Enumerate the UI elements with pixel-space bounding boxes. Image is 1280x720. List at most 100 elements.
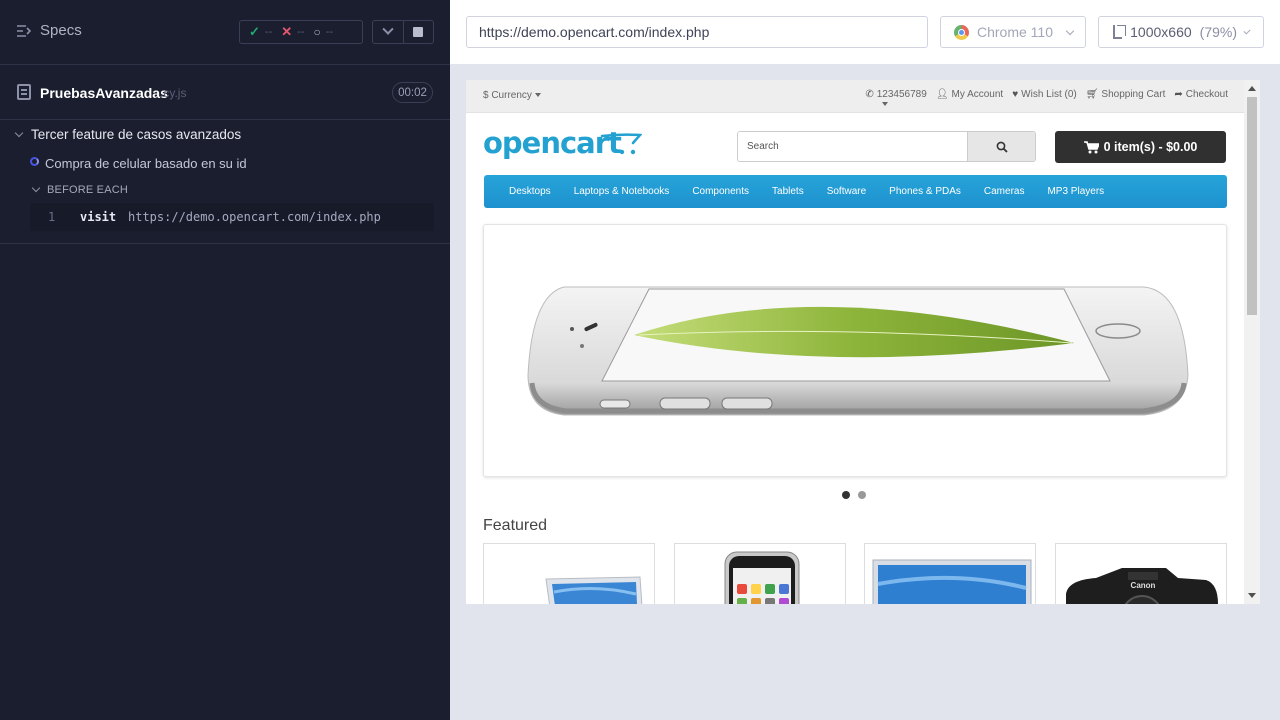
failed-count: --: [297, 26, 305, 38]
specs-button[interactable]: Specs: [16, 22, 82, 39]
caret-down-icon: [534, 93, 541, 98]
wish-list-link[interactable]: ♥ Wish List (0): [1012, 89, 1077, 100]
spec-file-row[interactable]: PruebasAvanzadas .cy.js 00:02: [0, 66, 450, 120]
check-icon: ✓: [249, 24, 260, 39]
failed-stat: ✕ --: [281, 24, 304, 40]
slider-dot-2[interactable]: [858, 491, 866, 499]
iphone-slide-image: [527, 286, 1189, 416]
currency-dropdown[interactable]: $ Currency: [483, 90, 541, 101]
svg-text:Canon: Canon: [1131, 581, 1156, 590]
running-spinner-icon: [30, 157, 39, 166]
test-stats: ✓ -- ✕ -- ○ --: [239, 20, 363, 44]
passed-count: --: [264, 26, 273, 38]
menu-item-tablets[interactable]: Tablets: [772, 186, 804, 197]
test-title[interactable]: Compra de celular basado en su id: [45, 156, 247, 171]
stop-icon: [413, 27, 424, 37]
hook-caret-icon[interactable]: [31, 183, 41, 193]
iphone-image: [724, 551, 800, 604]
viewport-size: 1000x660: [1130, 24, 1192, 40]
command-number: 1: [48, 210, 56, 224]
search-icon: [996, 141, 1008, 153]
menu-item-software[interactable]: Software: [827, 186, 866, 197]
checkout-text: Checkout: [1185, 89, 1228, 100]
chevron-down-icon: [1243, 26, 1251, 35]
caret-down-icon: [882, 102, 889, 107]
phone-link[interactable]: ✆ 123456789: [865, 89, 926, 100]
specs-label: Specs: [40, 22, 82, 39]
spinner-icon: ○: [313, 25, 321, 39]
aut-area: https://demo.opencart.com/index.php Chro…: [450, 0, 1280, 720]
product-card-laptop[interactable]: [483, 543, 655, 604]
collapse-button[interactable]: [373, 21, 403, 43]
menu-item-desktops[interactable]: Desktops: [509, 186, 551, 197]
command-message: https://demo.opencart.com/index.php: [128, 210, 381, 224]
cart-icon: 🛒︎: [1085, 89, 1099, 100]
my-account-link[interactable]: 👤︎ My Account: [882, 89, 1004, 107]
suite-block: Tercer feature de casos avanzados Compra…: [0, 120, 450, 244]
chevron-down-icon: [1065, 26, 1075, 35]
document-icon: [17, 84, 31, 100]
suite-title[interactable]: Tercer feature de casos avanzados: [31, 127, 241, 142]
cart-button[interactable]: 0 item(s) - $0.00: [1055, 131, 1226, 163]
aut-iframe: $ Currency ✆ 123456789 👤︎ My Account ♥ Wish…: [466, 80, 1260, 604]
url-field[interactable]: https://demo.opencart.com/index.php: [466, 16, 928, 48]
shopping-cart-link[interactable]: 🛒︎ Shopping Cart: [1086, 89, 1166, 100]
checkout-link[interactable]: ➦ Checkout: [1174, 89, 1228, 100]
share-icon: ➦: [1174, 89, 1183, 100]
search-input[interactable]: [738, 132, 967, 161]
monitor-image: [872, 559, 1032, 604]
spec-extension: .cy.js: [160, 86, 187, 100]
product-card-monitor[interactable]: [864, 543, 1036, 604]
menu-item-laptops[interactable]: Laptops & Notebooks: [574, 186, 670, 197]
aut-header: https://demo.opencart.com/index.php Chro…: [450, 0, 1280, 64]
menu-item-mp3[interactable]: MP3 Players: [1047, 186, 1104, 197]
passed-stat: ✓ --: [249, 24, 272, 40]
vertical-scrollbar[interactable]: [1244, 80, 1260, 604]
viewport-scale: (79%): [1199, 24, 1238, 40]
my-account-text: My Account: [951, 89, 1004, 100]
command-row[interactable]: 1 visit https://demo.opencart.com/index.…: [30, 203, 434, 231]
cart-icon: [1083, 140, 1099, 153]
hero-slider[interactable]: [483, 224, 1227, 477]
browser-label: Chrome 110: [977, 24, 1054, 40]
scroll-up-arrow-icon[interactable]: [1248, 86, 1256, 91]
specs-list-icon: [17, 24, 32, 37]
pending-stat: ○ --: [313, 25, 333, 39]
slider-dot-1[interactable]: [842, 491, 850, 499]
top-links: ✆ 123456789 👤︎ My Account ♥ Wish List (0) 🛒…: [865, 89, 1228, 107]
chrome-icon: [954, 24, 969, 40]
cypress-reporter-panel: Specs ✓ -- ✕ -- ○ -- PruebasAvanzadas .cy.j…: [0, 0, 450, 720]
featured-heading: Featured: [483, 517, 548, 534]
command-name: visit: [80, 210, 117, 224]
product-card-camera[interactable]: Canon: [1055, 543, 1227, 604]
ruler-icon: [1113, 25, 1127, 39]
category-menu: Desktops Laptops & Notebooks Components …: [484, 175, 1227, 208]
site-top-bar: $ Currency ✆ 123456789 👤︎ My Account ♥ Wish…: [466, 80, 1244, 113]
product-card-iphone[interactable]: [674, 543, 846, 604]
slider-pagination: [842, 491, 866, 499]
cart-button-label: 0 item(s) - $0.00: [1103, 140, 1198, 154]
scroll-down-arrow-icon[interactable]: [1248, 593, 1256, 598]
pending-count: --: [325, 26, 334, 38]
heart-icon: ♥: [1012, 89, 1019, 100]
menu-item-cameras[interactable]: Cameras: [984, 186, 1025, 197]
user-icon: 👤︎: [935, 89, 949, 100]
search-button[interactable]: [967, 132, 1035, 161]
spec-name: PruebasAvanzadas: [40, 85, 168, 101]
run-controls: [372, 20, 434, 44]
chevron-down-icon: [382, 23, 394, 35]
menu-item-phones[interactable]: Phones & PDAs: [889, 186, 961, 197]
suite-caret-icon[interactable]: [14, 128, 24, 138]
menu-item-components[interactable]: Components: [692, 186, 749, 197]
phone-icon: ✆: [865, 89, 874, 100]
camera-image: Canon: [1066, 568, 1218, 604]
x-icon: ✕: [281, 24, 293, 39]
laptop-image: [545, 576, 643, 604]
wish-list-text: Wish List (0): [1021, 89, 1077, 100]
browser-selector[interactable]: Chrome 110: [940, 16, 1086, 48]
stop-button[interactable]: [402, 21, 434, 43]
hook-title[interactable]: BEFORE EACH: [47, 184, 128, 196]
scrollbar-thumb[interactable]: [1247, 97, 1257, 315]
viewport-info[interactable]: 1000x660 (79%): [1098, 16, 1264, 48]
currency-label: $ Currency: [483, 90, 532, 101]
